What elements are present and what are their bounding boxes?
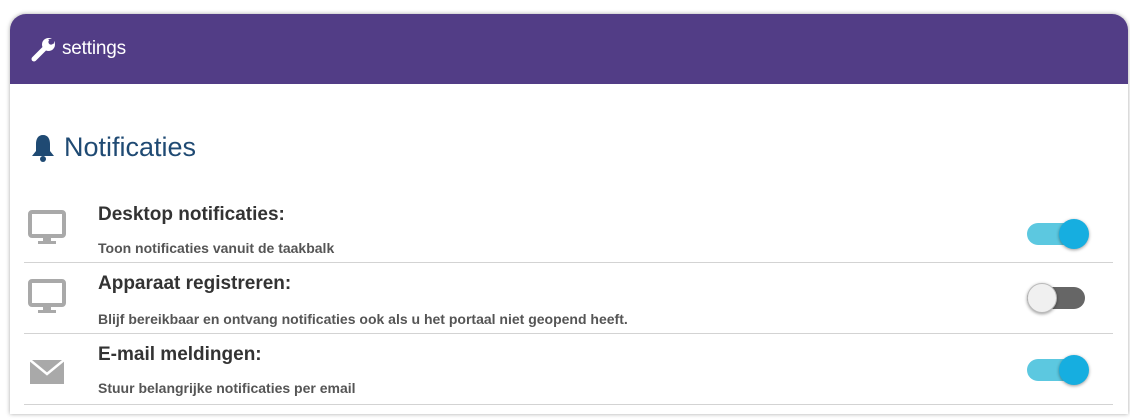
monitor-icon <box>28 279 66 315</box>
desktop-notifications-toggle[interactable] <box>1027 219 1091 249</box>
monitor-icon <box>28 210 66 246</box>
section-title: Notificaties <box>64 132 197 162</box>
section-notificaties: Notificaties <box>30 132 196 163</box>
email-notifications-toggle[interactable] <box>1027 355 1091 385</box>
email-notifications-label: E-mail meldingen: <box>98 344 262 365</box>
desktop-notifications-label: Desktop notificaties: <box>98 204 285 225</box>
envelope-icon <box>28 354 66 390</box>
desktop-notifications-description: Toon notificaties vanuit de taakbalk <box>98 240 335 256</box>
setting-row-register-device: Apparaat registreren: Blijf bereikbaar e… <box>24 263 1113 334</box>
setting-row-desktop: Desktop notificaties: Toon notificaties … <box>24 198 1113 263</box>
wrench-icon <box>30 35 58 63</box>
register-device-label: Apparaat registreren: <box>98 273 292 294</box>
bell-icon <box>30 133 56 163</box>
register-device-toggle[interactable] <box>1027 283 1091 313</box>
register-device-description: Blijf bereikbaar en ontvang notificaties… <box>98 311 628 327</box>
settings-header: settings <box>10 14 1128 84</box>
settings-panel: settings Notificaties Desktop notificati… <box>10 14 1128 414</box>
setting-row-email: E-mail meldingen: Stuur belangrijke noti… <box>24 334 1113 405</box>
settings-title: settings <box>62 38 126 59</box>
email-notifications-description: Stuur belangrijke notificaties per email <box>98 380 356 396</box>
